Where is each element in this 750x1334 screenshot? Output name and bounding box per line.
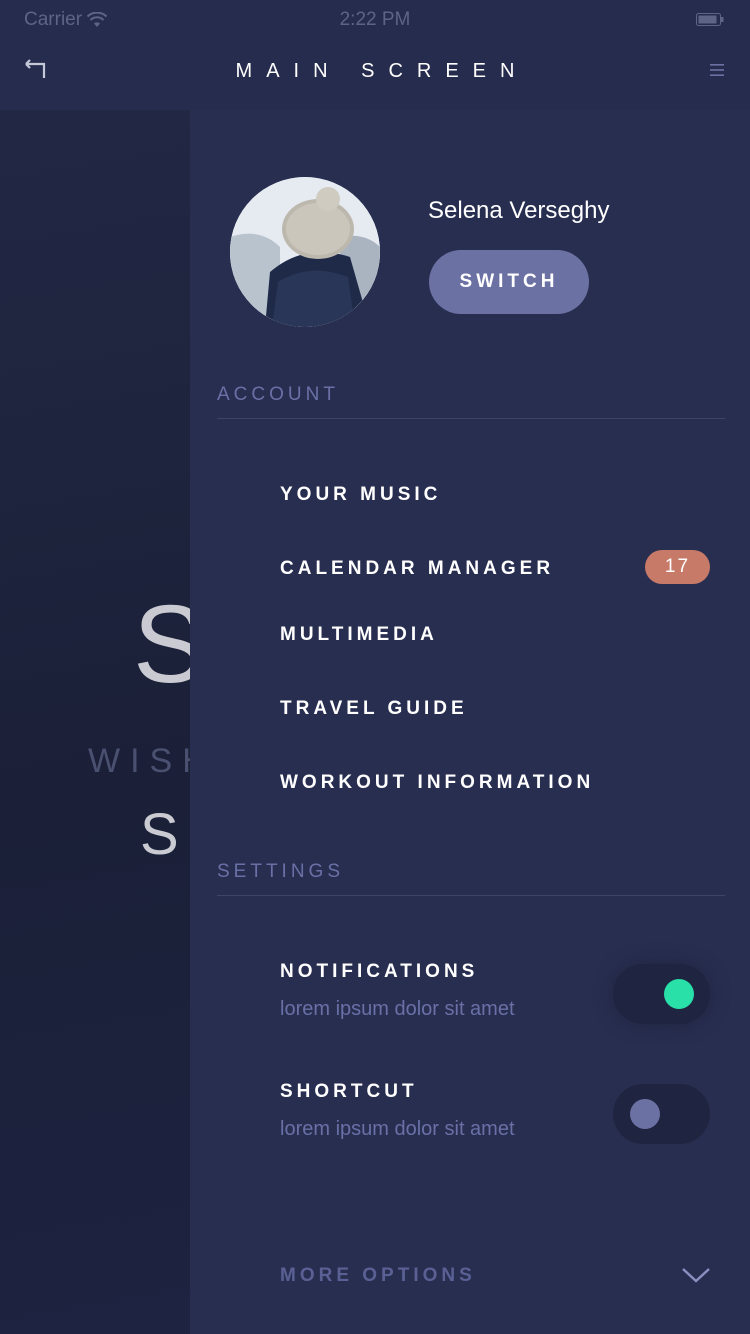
battery-icon xyxy=(696,13,724,26)
chevron-down-icon[interactable] xyxy=(681,1266,711,1284)
toggle-knob xyxy=(630,1099,660,1129)
setting-notifications-description: lorem ipsum dolor sit amet xyxy=(280,998,515,1020)
menu-item-workout-information[interactable]: WORKOUT INFORMATION xyxy=(280,772,594,794)
navigation-bar: MAIN SCREEN xyxy=(0,40,750,110)
setting-shortcut-label: SHORTCUT xyxy=(280,1081,418,1102)
switch-account-button[interactable]: SWITCH xyxy=(429,250,589,314)
setting-shortcut-description: lorem ipsum dolor sit amet xyxy=(280,1118,515,1140)
user-name: Selena Verseghy xyxy=(428,197,610,224)
background-subtitle: WISH xyxy=(88,742,190,780)
background-small-letter: S xyxy=(140,802,179,867)
menu-item-calendar-manager[interactable]: CALENDAR MANAGER xyxy=(280,558,554,580)
avatar-image xyxy=(230,177,380,327)
background-screen: S WISH S xyxy=(0,110,190,1334)
menu-item-your-music[interactable]: YOUR MUSIC xyxy=(280,484,441,506)
more-options-button[interactable]: MORE OPTIONS xyxy=(280,1265,476,1287)
avatar[interactable] xyxy=(230,177,380,327)
menu-item-travel-guide[interactable]: TRAVEL GUIDE xyxy=(280,698,468,720)
status-bar: Carrier 2:22 PM xyxy=(0,0,750,40)
menu-item-multimedia[interactable]: MULTIMEDIA xyxy=(280,624,438,646)
app-screen: Carrier 2:22 PM MAIN SCREEN S WIS S Sele… xyxy=(0,0,750,1334)
section-header-settings: SETTINGS xyxy=(217,861,725,896)
shortcut-toggle[interactable] xyxy=(613,1084,710,1144)
setting-notifications-label: NOTIFICATIONS xyxy=(280,961,479,982)
section-header-account: ACCOUNT xyxy=(217,384,725,419)
toggle-knob xyxy=(664,979,694,1009)
side-drawer: Selena Verseghy SWITCH ACCOUNT YOUR MUSI… xyxy=(190,110,750,1334)
hamburger-menu-icon[interactable] xyxy=(708,62,726,78)
notification-badge: 17 xyxy=(645,550,710,584)
page-title: MAIN SCREEN xyxy=(235,60,529,82)
status-time: 2:22 PM xyxy=(339,9,411,30)
notifications-toggle[interactable] xyxy=(613,964,710,1024)
background-big-letter: S xyxy=(133,583,190,706)
